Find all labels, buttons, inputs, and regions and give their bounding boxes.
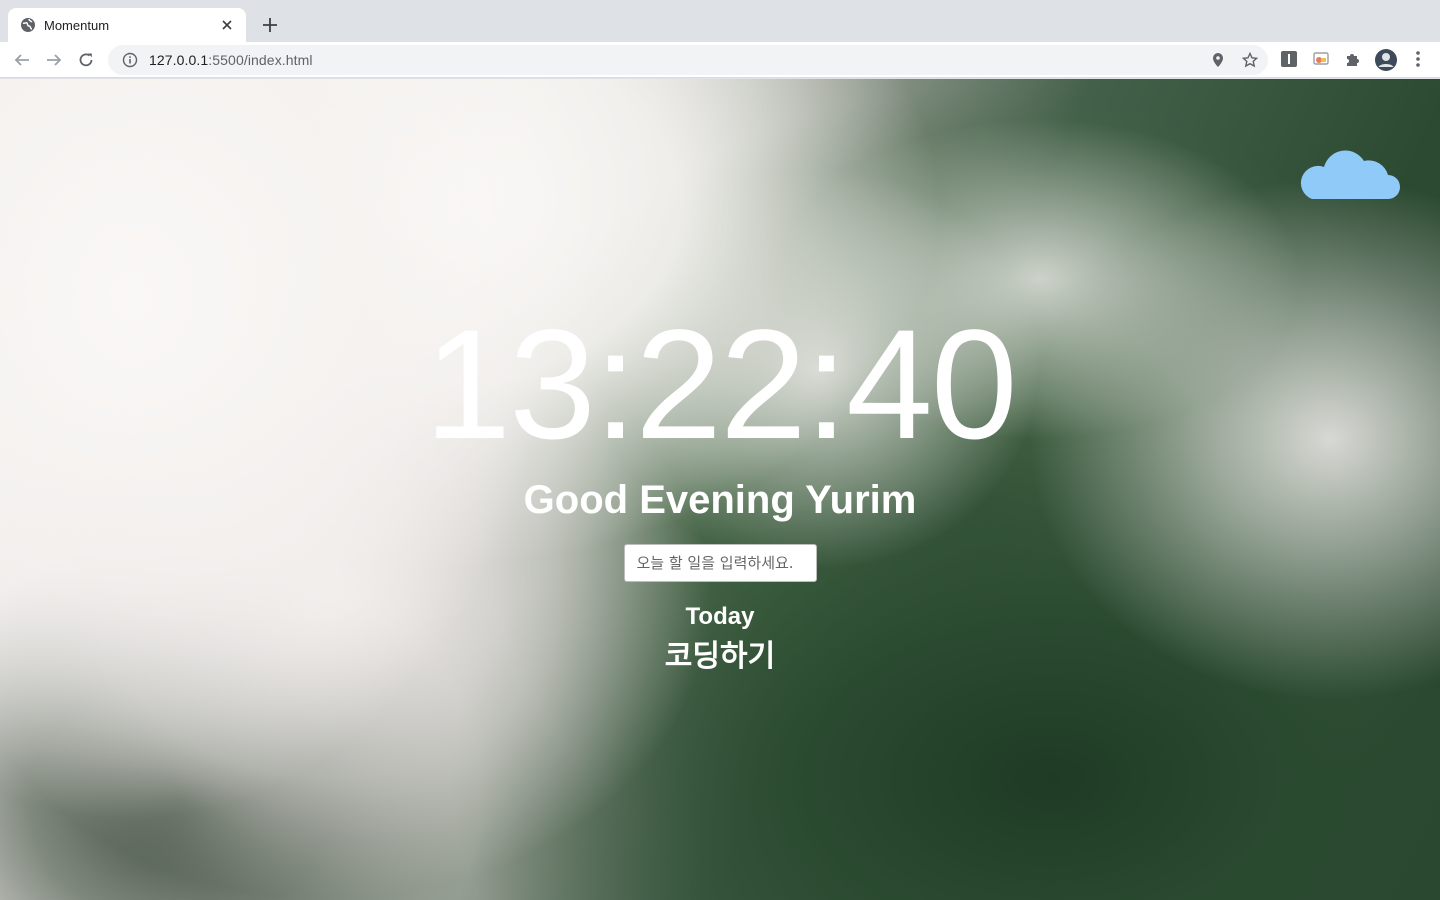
cloud-icon <box>1300 150 1400 199</box>
menu-dots-icon[interactable] <box>1410 50 1426 68</box>
tab-title: Momentum <box>44 17 110 33</box>
todo-input[interactable] <box>623 544 817 582</box>
address-bar[interactable]: 127.0.0.1:5500/index.html <box>108 45 1268 75</box>
browser-toolbar: 127.0.0.1:5500/index.html <box>0 42 1440 78</box>
extension-reader-icon[interactable] <box>1280 50 1298 68</box>
todo-list: 코딩하기 <box>0 638 1440 676</box>
location-pin-icon[interactable] <box>1208 50 1228 70</box>
page-background: 13:22:40 Good Evening Yurim Today 코딩하기 <box>0 79 1440 900</box>
extension-cast-icon[interactable] <box>1312 50 1330 68</box>
todo-item[interactable]: 코딩하기 <box>0 638 1440 676</box>
forward-arrow-icon[interactable] <box>42 48 66 72</box>
close-icon[interactable] <box>218 16 236 34</box>
clock: 13:22:40 <box>424 298 1017 472</box>
new-tab-button[interactable] <box>258 13 282 37</box>
url-host: 127.0.0.1 <box>149 52 209 68</box>
extensions-puzzle-icon[interactable] <box>1344 50 1362 68</box>
greeting: Good Evening Yurim <box>523 478 917 522</box>
today-heading: Today <box>685 603 755 630</box>
browser-tab[interactable]: Momentum <box>8 8 246 42</box>
tab-strip: Momentum <box>0 0 1440 42</box>
back-arrow-icon[interactable] <box>10 48 34 72</box>
reload-icon[interactable] <box>74 48 98 72</box>
url-path: :5500/index.html <box>208 52 313 68</box>
bookmark-star-icon[interactable] <box>1240 50 1260 70</box>
todo-form <box>0 544 1440 582</box>
url-text: 127.0.0.1:5500/index.html <box>149 52 313 68</box>
info-icon[interactable] <box>120 50 140 70</box>
profile-avatar[interactable] <box>1374 48 1398 72</box>
globe-icon <box>20 17 36 33</box>
